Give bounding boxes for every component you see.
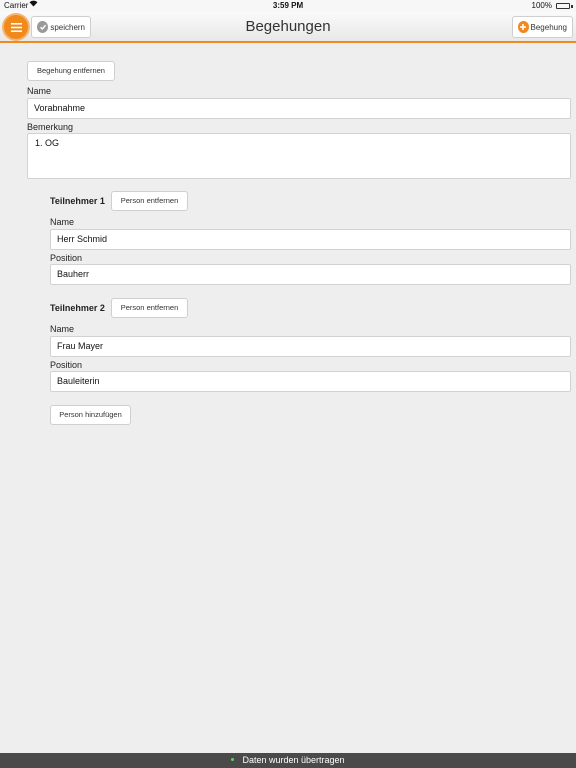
participant-1-title: Teilnehmer 1 xyxy=(50,196,105,206)
hamburger-icon xyxy=(10,22,22,32)
status-time: 3:59 PM xyxy=(272,1,304,10)
participant-1-position-label: Position xyxy=(50,253,83,263)
add-inspection-button[interactable]: Begehung xyxy=(512,16,573,38)
remove-person-2-button[interactable]: Person entfernen xyxy=(111,298,188,318)
remove-inspection-button[interactable]: Begehung entfernen xyxy=(27,61,115,81)
plus-icon xyxy=(518,21,529,33)
add-person-button[interactable]: Person hinzufügen xyxy=(50,405,131,425)
save-button[interactable]: speichern xyxy=(31,16,91,38)
success-dot-icon xyxy=(231,758,235,762)
name-label: Name xyxy=(27,86,52,96)
save-button-label: speichern xyxy=(50,22,85,32)
toast-message: Daten wurden übertragen xyxy=(242,755,345,765)
battery-tip xyxy=(571,5,573,8)
check-icon xyxy=(37,21,49,33)
participant-2-title: Teilnehmer 2 xyxy=(50,303,105,313)
participant-2-name-label: Name xyxy=(50,324,75,334)
battery-percent: 100% xyxy=(531,1,552,10)
remark-label: Bemerkung xyxy=(27,122,74,132)
inspection-name-field[interactable]: Vorabnahme xyxy=(27,98,571,119)
participant-2-position-label: Position xyxy=(50,360,83,370)
menu-button[interactable] xyxy=(4,15,28,39)
remark-textarea[interactable]: 1. OG xyxy=(27,133,571,179)
participant-1-name-field[interactable]: Herr Schmid xyxy=(50,229,571,250)
add-inspection-label: Begehung xyxy=(530,22,567,32)
battery-icon xyxy=(556,3,570,9)
participant-2-name-field[interactable]: Frau Mayer xyxy=(50,336,571,357)
navigation-bar: speichern Begehungen Begehung xyxy=(0,12,576,43)
remove-person-1-button[interactable]: Person entfernen xyxy=(111,191,188,211)
status-bar: Carrier 3:59 PM 100% xyxy=(0,0,576,12)
participant-1-position-field[interactable]: Bauherr xyxy=(50,264,571,285)
participant-2-position-field[interactable]: Bauleiterin xyxy=(50,371,571,392)
participant-1-name-label: Name xyxy=(50,217,75,227)
status-toast: Daten wurden übertragen xyxy=(0,753,576,768)
